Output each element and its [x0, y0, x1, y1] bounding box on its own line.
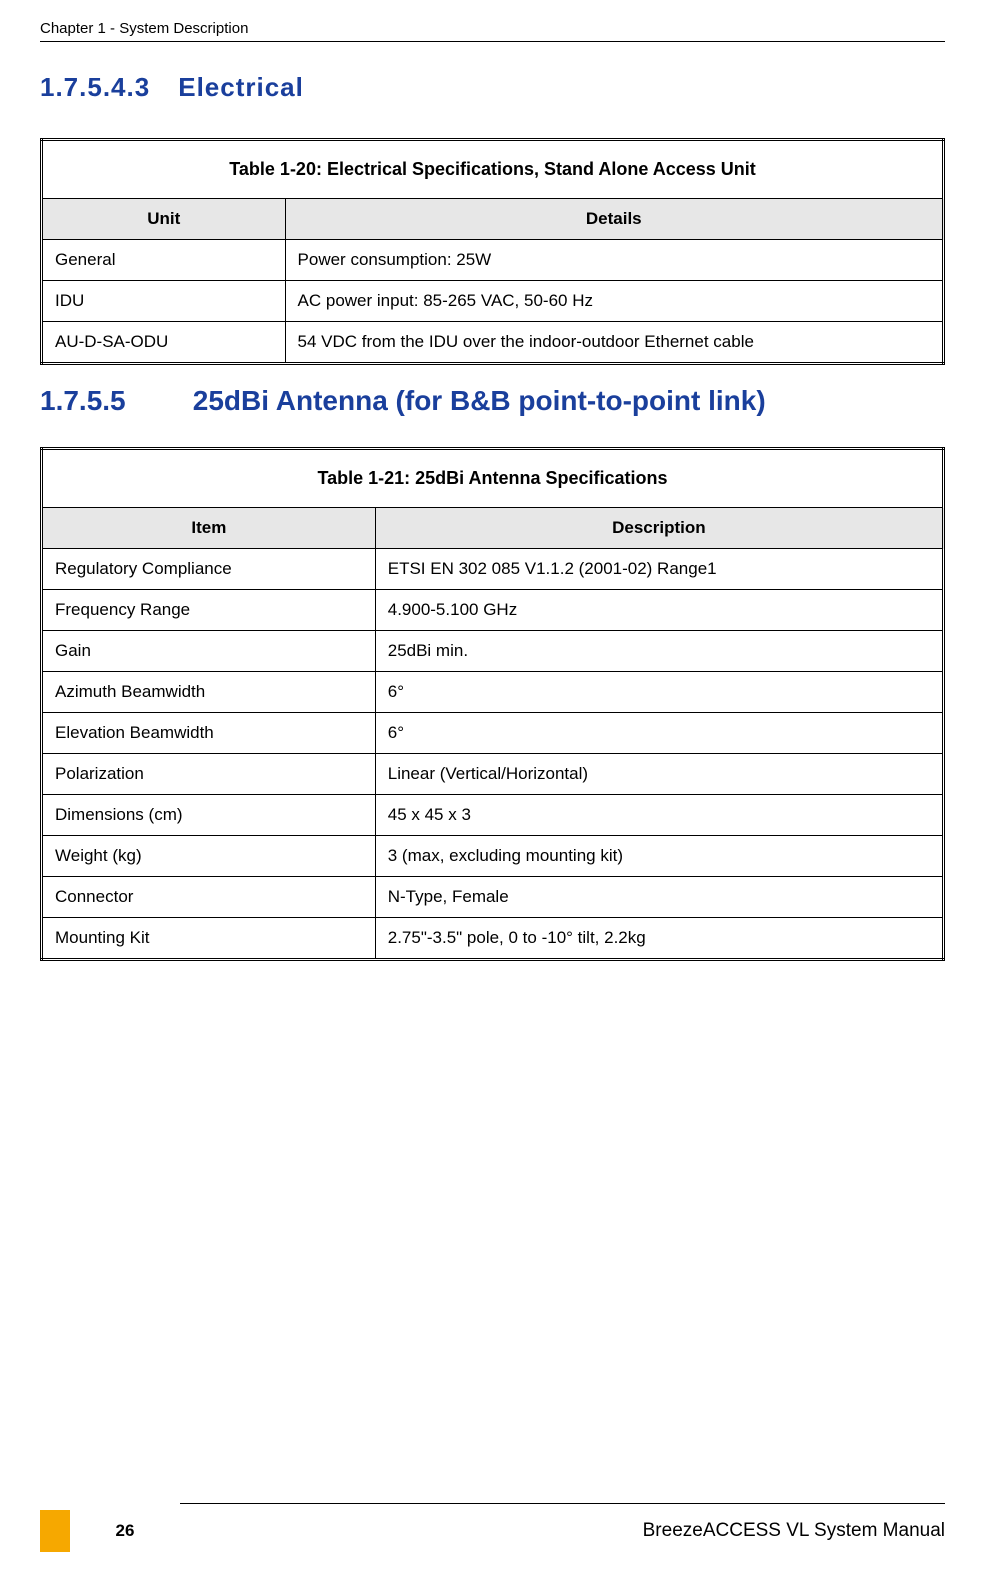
table-cell: General	[42, 240, 286, 281]
table-cell: Mounting Kit	[42, 918, 376, 960]
page-footer: 26 BreezeACCESS VL System Manual	[0, 1503, 985, 1552]
table-cell: AU-D-SA-ODU	[42, 322, 286, 364]
table-row: Gain25dBi min.	[42, 631, 944, 672]
table-cell: 6°	[375, 713, 943, 754]
page-header: Chapter 1 - System Description	[40, 20, 945, 42]
section-number: 1.7.5.5	[40, 385, 185, 417]
table-col-header: Unit	[42, 199, 286, 240]
table-cell: ETSI EN 302 085 V1.1.2 (2001-02) Range1	[375, 549, 943, 590]
table-cell: Frequency Range	[42, 590, 376, 631]
table-row: IDUAC power input: 85-265 VAC, 50-60 Hz	[42, 281, 944, 322]
table-row: Elevation Beamwidth6°	[42, 713, 944, 754]
table-row: ConnectorN-Type, Female	[42, 877, 944, 918]
subsection-heading: 1.7.5.4.3 Electrical	[40, 72, 945, 103]
table-cell: 3 (max, excluding mounting kit)	[375, 836, 943, 877]
table-row: GeneralPower consumption: 25W	[42, 240, 944, 281]
table-cell: N-Type, Female	[375, 877, 943, 918]
table-row: Dimensions (cm)45 x 45 x 3	[42, 795, 944, 836]
footer-rule	[180, 1503, 945, 1504]
table-row: Weight (kg)3 (max, excluding mounting ki…	[42, 836, 944, 877]
table-cell: Connector	[42, 877, 376, 918]
page-number: 26	[70, 1521, 180, 1541]
table-row: Azimuth Beamwidth6°	[42, 672, 944, 713]
table-cell: Dimensions (cm)	[42, 795, 376, 836]
table-row: Regulatory ComplianceETSI EN 302 085 V1.…	[42, 549, 944, 590]
section-title: 25dBi Antenna (for B&B point-to-point li…	[193, 385, 766, 416]
table-row: AU-D-SA-ODU54 VDC from the IDU over the …	[42, 322, 944, 364]
table-caption: Table 1-21: 25dBi Antenna Specifications	[42, 449, 944, 508]
table-cell: 6°	[375, 672, 943, 713]
table-cell: Weight (kg)	[42, 836, 376, 877]
table-cell: Polarization	[42, 754, 376, 795]
table-row: Mounting Kit2.75"-3.5" pole, 0 to -10° t…	[42, 918, 944, 960]
subsection-title: Electrical	[178, 72, 304, 102]
table-row: PolarizationLinear (Vertical/Horizontal)	[42, 754, 944, 795]
table-cell: AC power input: 85-265 VAC, 50-60 Hz	[285, 281, 943, 322]
footer-accent-block	[40, 1510, 70, 1552]
section-heading: 1.7.5.5 25dBi Antenna (for B&B point-to-…	[40, 385, 945, 417]
subsection-number: 1.7.5.4.3	[40, 72, 170, 103]
table-cell: Gain	[42, 631, 376, 672]
table-col-header: Item	[42, 508, 376, 549]
table-cell: 4.900-5.100 GHz	[375, 590, 943, 631]
electrical-spec-table: Table 1-20: Electrical Specifications, S…	[40, 138, 945, 365]
table-cell: Regulatory Compliance	[42, 549, 376, 590]
table-cell: 2.75"-3.5" pole, 0 to -10° tilt, 2.2kg	[375, 918, 943, 960]
table-cell: Linear (Vertical/Horizontal)	[375, 754, 943, 795]
antenna-spec-table: Table 1-21: 25dBi Antenna Specifications…	[40, 447, 945, 961]
table-cell: Power consumption: 25W	[285, 240, 943, 281]
footer-manual-title: BreezeACCESS VL System Manual	[180, 1520, 945, 1542]
table-cell: 25dBi min.	[375, 631, 943, 672]
table-cell: 45 x 45 x 3	[375, 795, 943, 836]
table-col-header: Details	[285, 199, 943, 240]
table-caption: Table 1-20: Electrical Specifications, S…	[42, 140, 944, 199]
table-row: Frequency Range4.900-5.100 GHz	[42, 590, 944, 631]
table-cell: Azimuth Beamwidth	[42, 672, 376, 713]
table-cell: IDU	[42, 281, 286, 322]
table-cell: Elevation Beamwidth	[42, 713, 376, 754]
table-cell: 54 VDC from the IDU over the indoor-outd…	[285, 322, 943, 364]
table-col-header: Description	[375, 508, 943, 549]
